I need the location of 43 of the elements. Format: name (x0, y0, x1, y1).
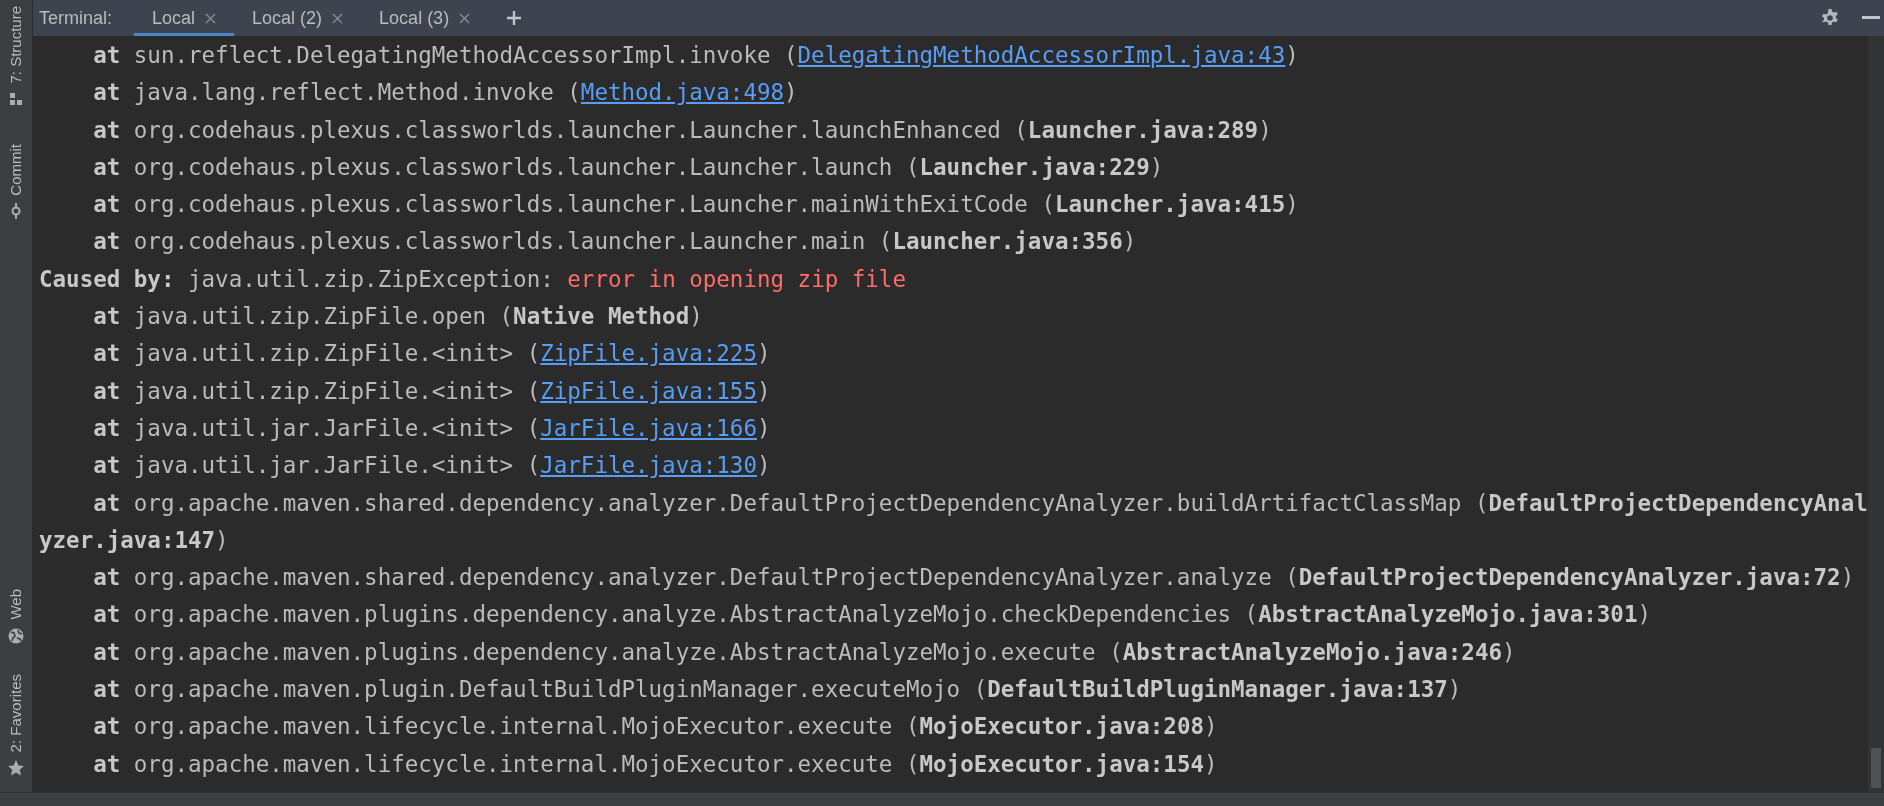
tool-window-tab[interactable]: Web (4, 589, 28, 620)
tool-window-tab[interactable]: 2: Favorites (4, 673, 28, 752)
stack-trace-line: at org.apache.maven.lifecycle.internal.MojoExecutor.execute (MojoExecutor.java:208) (92, 712, 1219, 742)
terminal-tab[interactable]: Local (134, 0, 235, 36)
add-icon[interactable] (506, 10, 523, 26)
stack-trace-line: at org.codehaus.plexus.classworlds.launcher.Launcher.launch (Launcher.java:229) (92, 152, 1165, 182)
tool-window-tab[interactable]: Commit (4, 143, 28, 196)
terminal-tab[interactable]: Local (2) (234, 0, 362, 36)
stack-trace-line: at sun.reflect.DelegatingMethodAccessorImpl.invoke (DelegatingMethodAccessorImpl.java:43) (92, 41, 1300, 70)
terminal-tab[interactable]: Local (3) (361, 0, 489, 36)
settings-icon[interactable] (1820, 8, 1840, 28)
tool-window-tab[interactable]: 7: Structure (4, 6, 28, 84)
stack-trace-line: at org.apache.maven.plugins.dependency.analyze.AbstractAnalyzeMojo.checkDependencies (AbstractAnalyzeMojo.java:301) (92, 600, 1652, 630)
stack-trace-line: at java.lang.reflect.Method.invoke (Method.java:498) (92, 78, 799, 108)
stack-trace-line: at java.util.zip.ZipFile.<init> (ZipFile.java:225) (92, 339, 772, 369)
globe-icon (8, 627, 24, 644)
star-icon (8, 760, 24, 776)
stack-trace-line: at org.codehaus.plexus.classworlds.launcher.Launcher.launchEnhanced (Launcher.java:289) (92, 115, 1273, 145)
source-link[interactable]: DelegatingMethodAccessorImpl.java:43 (797, 42, 1286, 68)
close-icon[interactable] (332, 12, 344, 24)
source-link[interactable]: Method.java:498 (580, 79, 785, 106)
stack-trace-line: at java.util.zip.ZipFile.open (Native Method) (92, 302, 704, 332)
tool-window-title: Terminal: (38, 6, 114, 30)
stack-trace-line: at org.apache.maven.lifecycle.internal.MojoExecutor.execute (MojoExecutor.java:154) (92, 749, 1219, 779)
close-icon[interactable] (205, 12, 217, 24)
source-link[interactable]: JarFile.java:166 (540, 414, 757, 441)
stack-trace-line: at org.codehaus.plexus.classworlds.launcher.Launcher.main (Launcher.java:356) (92, 227, 1138, 257)
source-link[interactable]: ZipFile.java:155 (540, 377, 757, 404)
stack-trace-line: at org.apache.maven.shared.dependency.analyzer.DefaultProjectDependencyAnalyzer.analyze (DefaultProjectDependencyAnalyzer.java:72) (92, 563, 1856, 593)
scrollbar-thumb[interactable] (1871, 748, 1881, 788)
close-icon[interactable] (459, 12, 471, 24)
stack-trace-line: at org.codehaus.plexus.classworlds.launcher.Launcher.mainWithExitCode (Launcher.java:415) (92, 190, 1300, 220)
exception-line: Caused by: java.util.zip.ZipException: error in opening zip file (39, 264, 907, 294)
source-link[interactable]: ZipFile.java:225 (540, 340, 757, 367)
stack-trace-line: at java.util.jar.JarFile.<init> (JarFile.java:130) (92, 451, 772, 481)
structure-icon (9, 91, 23, 106)
stack-trace-line: at java.util.jar.JarFile.<init> (JarFile.java:166) (92, 413, 772, 443)
stack-trace-line: at org.apache.maven.plugins.dependency.analyze.AbstractAnalyzeMojo.execute (AbstractAnalyzeMojo.java:246) (92, 637, 1517, 667)
stack-trace-line: at org.apache.maven.shared.dependency.analyzer.DefaultProjectDependencyAnalyzer.buildArtifactClassMap (DefaultProjectDependencyAnalyzer.java:147) (39, 488, 1868, 555)
stack-trace-line: at org.apache.maven.plugin.DefaultBuildPluginManager.executeMojo (DefaultBuildPluginManager.java:137) (92, 675, 1463, 705)
stack-trace-line: at java.util.zip.ZipFile.<init> (ZipFile.java:155) (92, 376, 772, 406)
minimize-icon[interactable] (1862, 16, 1880, 20)
source-link[interactable]: JarFile.java:130 (540, 452, 757, 479)
